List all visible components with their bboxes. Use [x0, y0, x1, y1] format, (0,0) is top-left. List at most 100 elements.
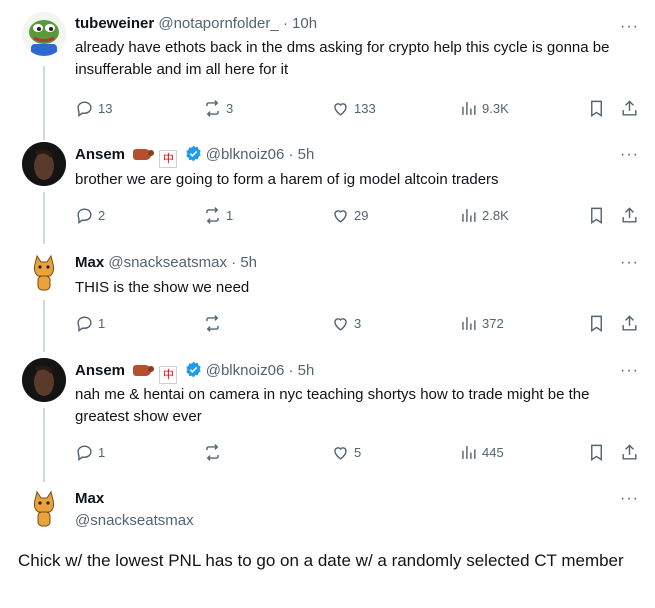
- retweet-icon: [206, 314, 219, 332]
- views-button[interactable]: 9.3K: [459, 98, 509, 118]
- reply-count: 13: [98, 100, 113, 116]
- bookmark-button[interactable]: [587, 205, 610, 225]
- share-button[interactable]: [620, 313, 643, 333]
- avatar[interactable]: [22, 12, 66, 56]
- display-name[interactable]: Ansem: [75, 146, 125, 163]
- tweet-text: THIS is the show we need: [75, 279, 250, 296]
- main-handle[interactable]: @snackseatsmax: [75, 512, 194, 529]
- timestamp[interactable]: 5h: [298, 362, 315, 379]
- pepe-avatar-icon: [22, 12, 66, 56]
- display-name[interactable]: Max: [75, 490, 104, 507]
- separator: ·: [226, 254, 241, 271]
- views-button[interactable]: 372: [459, 313, 504, 333]
- view-count: 445: [482, 444, 504, 460]
- bookmark-icon: [591, 207, 602, 224]
- like-count: 3: [354, 315, 362, 331]
- handle[interactable]: @snackseatsmax: [108, 254, 227, 271]
- retweet-icon: [206, 99, 219, 117]
- bookmark-icon: [591, 100, 602, 117]
- display-name[interactable]: Max: [75, 254, 104, 271]
- more-options-button[interactable]: ···: [620, 19, 639, 35]
- bookmark-button[interactable]: [587, 98, 610, 118]
- retweet-button[interactable]: [203, 313, 226, 333]
- avatar[interactable]: [22, 486, 66, 530]
- more-options-button[interactable]: ···: [620, 255, 639, 271]
- display-name[interactable]: tubeweiner: [75, 15, 154, 32]
- main-tweet-text: Chick w/ the lowest PNL has to go on a d…: [18, 551, 624, 570]
- like-count: 133: [354, 100, 376, 116]
- retweet-button[interactable]: [203, 442, 226, 462]
- reply-icon: [77, 444, 92, 461]
- more-options-button[interactable]: ···: [620, 147, 639, 163]
- cow-emoji: [133, 365, 155, 376]
- more-options-button[interactable]: ···: [620, 363, 639, 379]
- tweet-header: Ansem 中 @blknoiz06 · 5h: [75, 361, 314, 384]
- like-button[interactable]: 133: [331, 98, 376, 118]
- ansem-avatar-icon: [22, 358, 66, 402]
- separator: ·: [284, 146, 298, 163]
- action-bar: 13 3 133 9.3K: [75, 98, 640, 118]
- thread-line: [43, 192, 45, 244]
- like-button[interactable]: 5: [331, 442, 361, 462]
- like-button[interactable]: 29: [331, 205, 368, 225]
- like-count: 5: [354, 444, 362, 460]
- retweet-count: 3: [226, 100, 234, 116]
- retweet-button[interactable]: 1: [203, 205, 233, 225]
- thread-line: [43, 408, 45, 482]
- avatar[interactable]: [22, 142, 66, 186]
- view-count: 2.8K: [482, 207, 509, 223]
- view-count: 9.3K: [482, 100, 509, 116]
- separator: ·: [284, 362, 298, 379]
- thread-line: [43, 66, 45, 140]
- thread-line: [43, 300, 45, 352]
- more-options-button[interactable]: ···: [620, 491, 639, 507]
- heart-icon: [334, 102, 347, 116]
- cat-avatar-icon: [22, 250, 66, 294]
- timestamp[interactable]: 5h: [240, 254, 257, 271]
- reply-button[interactable]: 1: [75, 313, 105, 333]
- retweet-count: 1: [226, 207, 234, 223]
- views-icon: [462, 316, 476, 330]
- timestamp[interactable]: 5h: [298, 146, 315, 163]
- share-button[interactable]: [620, 205, 643, 225]
- share-button[interactable]: [620, 442, 643, 462]
- retweet-icon: [206, 443, 219, 461]
- tweet-text: brother we are going to form a harem of …: [75, 171, 499, 188]
- reply-button[interactable]: 2: [75, 205, 105, 225]
- timestamp[interactable]: 10h: [292, 15, 317, 32]
- views-icon: [462, 445, 476, 459]
- share-icon: [622, 99, 637, 116]
- reply-button[interactable]: 13: [75, 98, 112, 118]
- avatar[interactable]: [22, 250, 66, 294]
- handle[interactable]: @blknoiz06: [206, 362, 285, 379]
- red-dragon-emoji: 中: [159, 366, 178, 384]
- reply-icon: [77, 100, 92, 117]
- main-display-name[interactable]: Max: [75, 489, 104, 509]
- action-bar: 1 5 445: [75, 442, 640, 462]
- handle[interactable]: @blknoiz06: [206, 146, 285, 163]
- handle[interactable]: @notapornfolder_: [158, 15, 278, 32]
- ansem-avatar-icon: [22, 142, 66, 186]
- reply-count: 1: [98, 315, 106, 331]
- retweet-button[interactable]: 3: [203, 98, 233, 118]
- red-dragon-emoji: 中: [159, 150, 178, 168]
- bookmark-button[interactable]: [587, 313, 610, 333]
- share-button[interactable]: [620, 98, 643, 118]
- separator: ·: [278, 15, 293, 32]
- share-icon: [622, 314, 637, 331]
- tweet-header: Ansem 中 @blknoiz06 · 5h: [75, 145, 314, 168]
- avatar[interactable]: [22, 358, 66, 402]
- action-bar: 1 3 372: [75, 313, 640, 333]
- reply-button[interactable]: 1: [75, 442, 105, 462]
- verified-icon[interactable]: [185, 145, 202, 162]
- display-name[interactable]: Ansem: [75, 362, 125, 379]
- like-button[interactable]: 3: [331, 313, 361, 333]
- verified-icon[interactable]: [185, 361, 202, 378]
- cow-emoji: [133, 149, 155, 160]
- bookmark-button[interactable]: [587, 442, 610, 462]
- like-count: 29: [354, 207, 369, 223]
- views-button[interactable]: 445: [459, 442, 504, 462]
- views-button[interactable]: 2.8K: [459, 205, 509, 225]
- bookmark-icon: [591, 444, 602, 461]
- views-icon: [462, 208, 476, 222]
